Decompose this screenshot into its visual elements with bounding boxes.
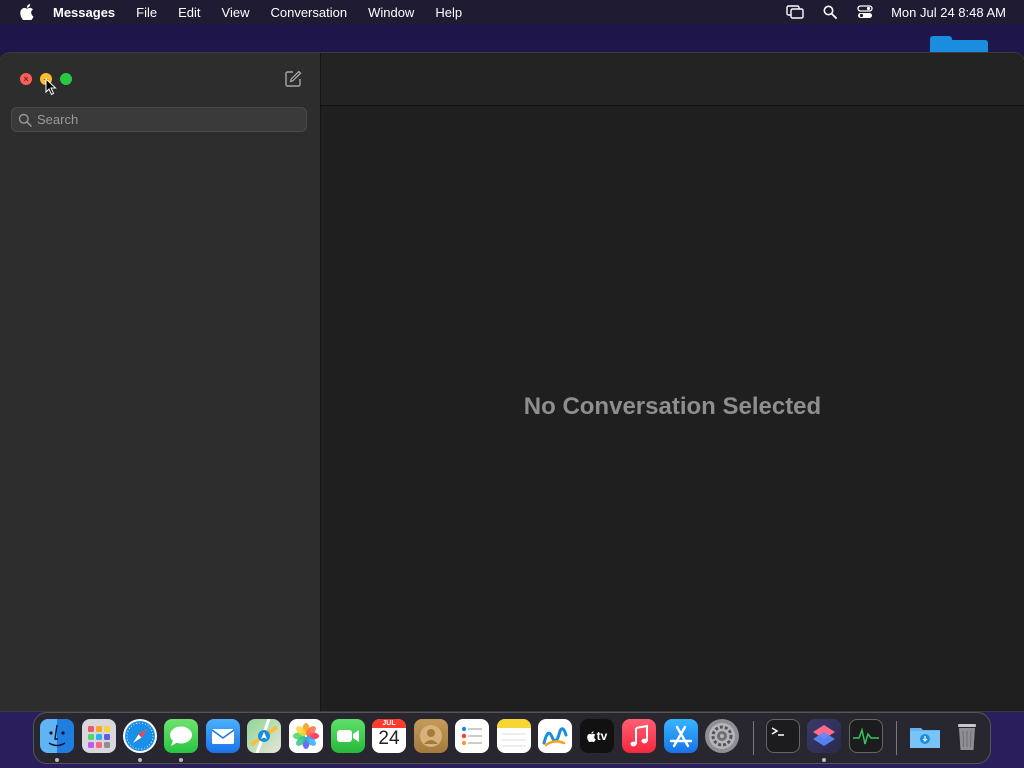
menu-help[interactable]: Help — [435, 5, 462, 20]
menu-conversation[interactable]: Conversation — [270, 5, 347, 20]
compose-icon — [285, 70, 302, 87]
apple-menu-icon[interactable] — [18, 3, 36, 21]
search-icon — [18, 113, 32, 127]
launchpad-icon[interactable] — [82, 719, 116, 753]
running-indicator — [179, 758, 183, 762]
messages-window: × – No Conversation Selected — [0, 53, 1024, 711]
photos-icon[interactable] — [289, 719, 323, 753]
notes-icon[interactable] — [497, 719, 531, 753]
zoom-window-button[interactable] — [60, 73, 72, 85]
tv-label: tv — [596, 729, 608, 743]
apple-tv-icon[interactable]: tv — [580, 719, 614, 753]
close-window-button[interactable]: × — [20, 73, 32, 85]
control-center-icon[interactable] — [855, 4, 875, 20]
menu-window[interactable]: Window — [368, 5, 414, 20]
close-icon: × — [23, 74, 29, 84]
dock-separator — [896, 721, 897, 755]
running-indicator — [55, 758, 59, 762]
desktop-folder-icon[interactable] — [930, 36, 988, 54]
system-settings-icon[interactable] — [705, 719, 739, 753]
trash-icon[interactable] — [950, 719, 984, 753]
apple-logo-icon — [586, 730, 596, 742]
running-indicator — [822, 758, 826, 762]
conversation-toolbar — [321, 53, 1024, 106]
finder-icon[interactable] — [40, 719, 74, 753]
dock: JUL 24 tv — [33, 712, 991, 764]
menu-bar-clock[interactable]: Mon Jul 24 8:48 AM — [891, 5, 1006, 20]
downloads-folder-icon[interactable] — [908, 719, 942, 753]
facetime-icon[interactable] — [331, 719, 365, 753]
reminders-icon[interactable] — [455, 719, 489, 753]
freeform-icon[interactable] — [538, 719, 572, 753]
shortcuts-icon[interactable] — [807, 719, 841, 753]
no-conversation-message: No Conversation Selected — [523, 393, 822, 420]
menu-file[interactable]: File — [136, 5, 157, 20]
calendar-icon[interactable]: JUL 24 — [372, 719, 406, 753]
menu-app-name[interactable]: Messages — [53, 5, 115, 20]
safari-icon[interactable] — [123, 719, 157, 753]
dock-separator — [753, 721, 754, 755]
menu-edit[interactable]: Edit — [178, 5, 200, 20]
conversation-pane: No Conversation Selected — [321, 53, 1024, 711]
spotlight-search-icon[interactable] — [820, 4, 840, 20]
mail-icon[interactable] — [206, 719, 240, 753]
menu-view[interactable]: View — [222, 5, 250, 20]
screen-mirroring-icon[interactable] — [785, 4, 805, 20]
terminal-icon[interactable] — [766, 719, 800, 753]
calendar-month: JUL — [372, 719, 406, 728]
music-icon[interactable] — [622, 719, 656, 753]
zoom-icon — [60, 73, 72, 85]
running-indicator — [138, 758, 142, 762]
compose-button[interactable] — [283, 69, 303, 89]
contacts-icon[interactable] — [414, 719, 448, 753]
menu-bar: Messages File Edit View Conversation Win… — [0, 0, 1024, 24]
status-area: Mon Jul 24 8:48 AM — [770, 0, 1006, 24]
app-store-icon[interactable] — [664, 719, 698, 753]
conversation-sidebar: × – — [0, 53, 321, 711]
maps-icon[interactable] — [247, 719, 281, 753]
activity-monitor-icon[interactable] — [849, 719, 883, 753]
mouse-cursor-icon — [45, 78, 57, 96]
calendar-day: 24 — [378, 728, 400, 749]
messages-app-icon[interactable] — [164, 719, 198, 753]
search-input[interactable] — [37, 112, 287, 127]
search-field[interactable] — [11, 107, 307, 132]
